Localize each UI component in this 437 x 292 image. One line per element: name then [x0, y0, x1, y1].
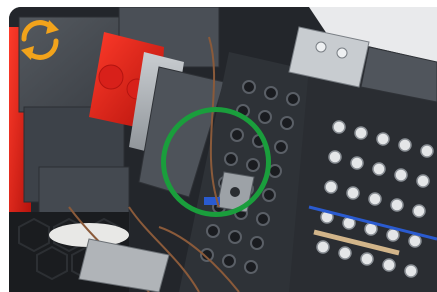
- photo-frame: [9, 7, 437, 292]
- right-technic-rows: [289, 67, 437, 292]
- lego-photo: [9, 7, 437, 292]
- rotate-button[interactable]: [13, 13, 67, 67]
- rotate-arrows-icon: [21, 20, 59, 60]
